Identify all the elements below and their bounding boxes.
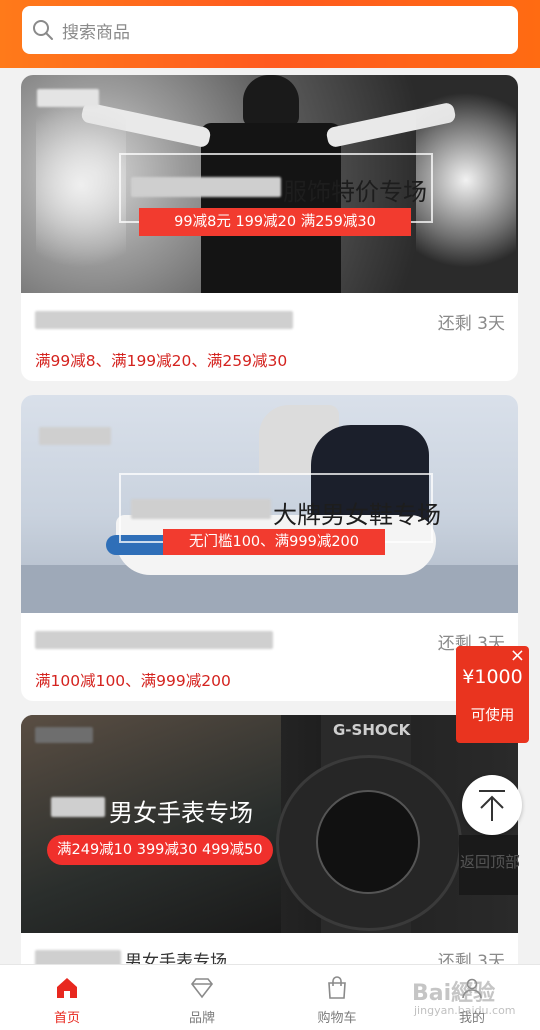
promo-text: 满99减8、满199减20、满259减30 — [35, 352, 288, 370]
banner-discount-badge: 99减8元 199减20 满259减30 — [139, 208, 411, 236]
home-icon — [57, 978, 77, 998]
product-name-suffix: 男女手表专场 — [125, 952, 227, 964]
blurred-product-name — [35, 631, 273, 649]
blurred-brand-text — [131, 499, 271, 519]
close-icon[interactable]: × — [510, 646, 525, 666]
promo-card-watches[interactable]: G-SHOCK 男女手表专场 满249减10 399减30 499减50 男女手… — [21, 715, 518, 964]
card-info: 还剩 3天 满100减100、满999减200 — [21, 613, 518, 701]
tab-cart[interactable]: 购物车 — [287, 965, 387, 1030]
banner-image-watch — [21, 715, 518, 933]
back-to-top-label: 返回顶部 — [460, 853, 521, 871]
promo-card-apparel[interactable]: 服饰特价专场 99减8元 199减20 满259减30 还剩 3天 满99减8、… — [21, 75, 518, 381]
card-info: 男女手表专场 还剩 3天 — [21, 933, 518, 964]
remaining-days: 还剩 3天 — [437, 952, 505, 964]
banner-title: 服饰特价专场 — [283, 178, 427, 206]
card-info: 还剩 3天 满99减8、满199减20、满259减30 — [21, 293, 518, 381]
back-to-top-button[interactable] — [462, 775, 522, 835]
tab-brand[interactable]: 品牌 — [152, 965, 252, 1030]
banner-watches[interactable]: G-SHOCK 男女手表专场 满249减10 399减30 499减50 — [21, 715, 518, 933]
watermark-url: jingyan.baidu.com — [414, 1004, 516, 1017]
banner-title: 大牌男女鞋专场 — [273, 501, 441, 529]
banner-discount-badge: 满249减10 399减30 499减50 — [47, 835, 273, 865]
search-icon — [33, 20, 53, 40]
coupon-amount: ¥1000 — [462, 666, 523, 688]
watch-brand: G-SHOCK — [333, 721, 411, 739]
tab-label: 购物车 — [317, 1011, 357, 1026]
remaining-days: 还剩 3天 — [437, 314, 505, 334]
banner-discount-badge: 无门槛100、满999减200 — [163, 529, 385, 555]
blurred-brand-text — [131, 177, 281, 197]
blurred-logo — [35, 727, 93, 743]
tab-label: 首页 — [53, 1011, 80, 1026]
tab-label: 品牌 — [188, 1011, 215, 1026]
blurred-brand-text — [51, 797, 105, 817]
search-box[interactable]: 搜索商品 — [22, 6, 518, 54]
blurred-logo — [39, 427, 111, 445]
banner-apparel[interactable]: 服饰特价专场 99减8元 199减20 满259减30 — [21, 75, 518, 293]
diamond-icon — [190, 978, 214, 999]
coupon-use-label: 可使用 — [470, 708, 515, 724]
promo-card-shoes[interactable]: 大牌男女鞋专场 无门槛100、满999减200 还剩 3天 满100减100、满… — [21, 395, 518, 701]
tab-home[interactable]: 首页 — [17, 965, 117, 1030]
header-bar: 搜索商品 — [0, 0, 540, 68]
shopping-bag-icon — [328, 976, 346, 999]
banner-title: 男女手表专场 — [109, 799, 253, 827]
blurred-logo — [37, 89, 99, 107]
floating-coupon[interactable]: × ¥1000 可使用 — [456, 646, 529, 743]
arrow-up-icon — [479, 790, 505, 821]
blurred-product-name — [35, 311, 293, 329]
watermark: Bai經验 — [412, 981, 496, 1006]
promo-text: 满100减100、满999减200 — [35, 672, 231, 690]
blurred-product-name — [35, 950, 121, 964]
banner-shoes[interactable]: 大牌男女鞋专场 无门槛100、满999减200 — [21, 395, 518, 613]
search-placeholder: 搜索商品 — [62, 22, 130, 43]
